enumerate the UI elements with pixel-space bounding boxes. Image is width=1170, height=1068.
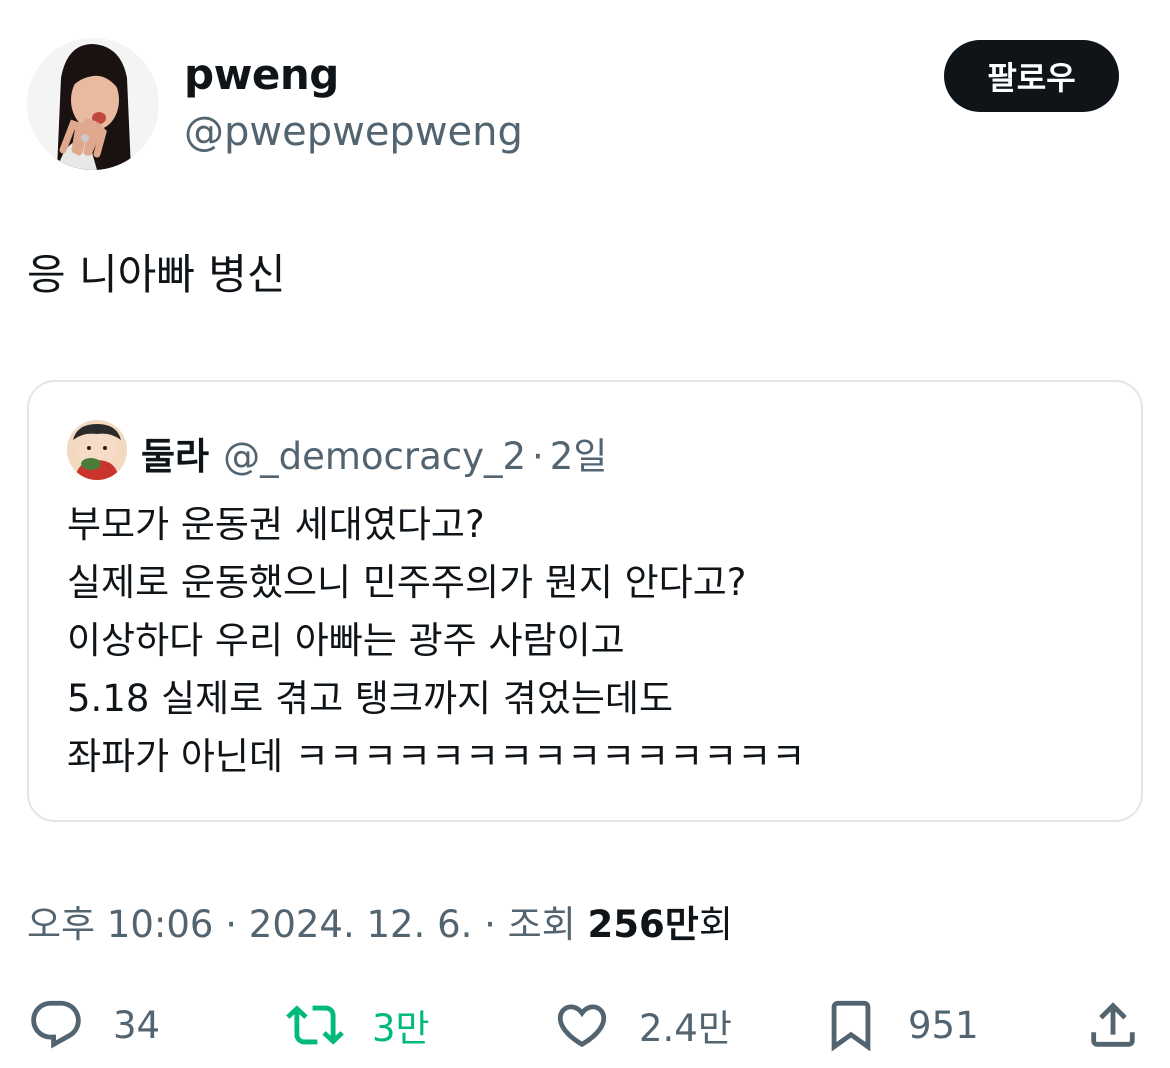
bookmark-icon <box>831 1000 871 1052</box>
tweet-date[interactable]: 2024. 12. 6. <box>249 903 473 946</box>
quoted-tweet-text: 부모가 운동권 세대였다고? 실제로 운동했으니 민주주의가 뭔지 안다고? 이… <box>67 496 805 786</box>
tweet-text: 응 니아빠 병신 <box>27 250 286 299</box>
tweet-action-bar: 34 3만 2.4만 951 <box>0 990 1170 1060</box>
quoted-text-line: 실제로 운동했으니 민주주의가 뭔지 안다고? <box>67 561 747 604</box>
reply-icon <box>31 1000 81 1049</box>
quoted-author-avatar <box>67 420 127 480</box>
views-suffix: 회 <box>698 903 733 946</box>
quoted-tweet-card[interactable]: 둘라 @_democracy_2 · 2일 부모가 운동권 세대였다고? 실제로… <box>27 380 1143 822</box>
bookmark-count: 951 <box>908 1003 979 1047</box>
quoted-display-name[interactable]: 둘라 <box>141 426 209 480</box>
retweet-button[interactable]: 3만 <box>286 990 430 1060</box>
bookmark-button[interactable]: 951 <box>822 990 979 1060</box>
author-display-name[interactable]: pweng <box>184 51 339 98</box>
quoted-text-line: 부모가 운동권 세대였다고? <box>67 503 485 546</box>
like-icon <box>557 1004 607 1048</box>
author-avatar[interactable] <box>27 38 159 170</box>
follow-button[interactable]: 팔로우 <box>944 40 1119 112</box>
retweet-count: 3만 <box>372 1007 430 1050</box>
tweet-meta: 오후 10:06 · 2024. 12. 6. · 조회 256만회 <box>27 894 733 948</box>
views-count: 256만 <box>587 903 699 946</box>
tweet-time[interactable]: 오후 10:06 <box>27 903 213 946</box>
quoted-timestamp[interactable]: 2일 <box>550 426 608 480</box>
retweet-icon <box>286 1005 344 1045</box>
reply-button[interactable]: 34 <box>27 990 160 1060</box>
quoted-tweet-header: 둘라 @_democracy_2 · 2일 <box>141 426 607 480</box>
quoted-text-line: 5.18 실제로 겪고 탱크까지 겪었는데도 <box>67 677 673 720</box>
like-count: 2.4만 <box>639 1007 732 1050</box>
meta-separator: · <box>484 903 496 946</box>
share-button[interactable] <box>1084 990 1142 1060</box>
views-prefix: 조회 <box>507 903 576 946</box>
author-handle[interactable]: @pwepwepweng <box>184 110 523 154</box>
quoted-text-line: 좌파가 아닌데 ㅋㅋㅋㅋㅋㅋㅋㅋㅋㅋㅋㅋㅋㅋㅋ <box>67 735 806 778</box>
quoted-separator: · <box>532 435 544 478</box>
quoted-handle[interactable]: @_democracy_2 <box>223 435 526 478</box>
like-button[interactable]: 2.4만 <box>553 990 732 1060</box>
quoted-text-line: 이상하다 우리 아빠는 광주 사람이고 <box>67 619 625 662</box>
meta-separator: · <box>225 903 238 946</box>
reply-count: 34 <box>113 1003 161 1047</box>
share-icon <box>1091 1002 1135 1047</box>
